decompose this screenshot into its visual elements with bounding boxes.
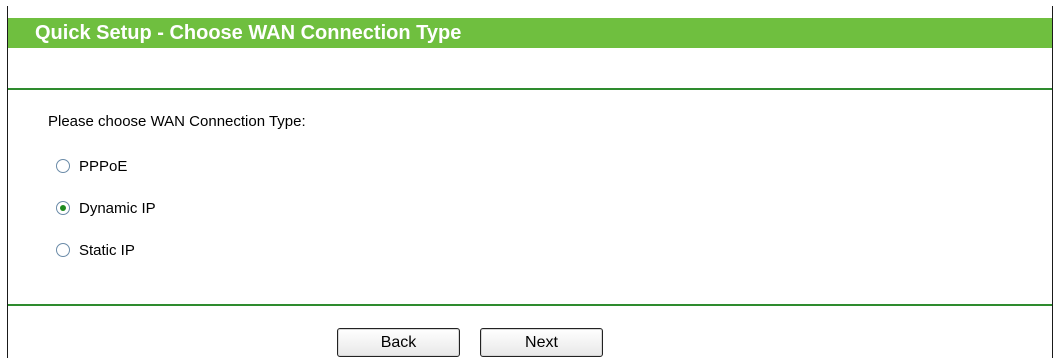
static-ip-radio[interactable] [56,243,70,257]
static-ip-label: Static IP [79,241,135,259]
next-button[interactable]: Next [480,328,603,357]
dynamic-ip-radio[interactable] [56,201,70,215]
setup-panel: Quick Setup - Choose WAN Connection Type… [7,6,1053,358]
option-static-ip[interactable]: Static IP [56,240,135,260]
option-dynamic-ip[interactable]: Dynamic IP [56,198,156,218]
top-divider [8,88,1052,90]
dynamic-ip-label: Dynamic IP [79,199,156,217]
wan-type-prompt: Please choose WAN Connection Type: [48,113,306,130]
pppoe-radio[interactable] [56,159,70,173]
bottom-divider [8,304,1052,306]
page-title: Quick Setup - Choose WAN Connection Type [8,18,1052,48]
pppoe-label: PPPoE [79,157,128,175]
option-pppoe[interactable]: PPPoE [56,156,127,176]
back-button[interactable]: Back [337,328,460,357]
